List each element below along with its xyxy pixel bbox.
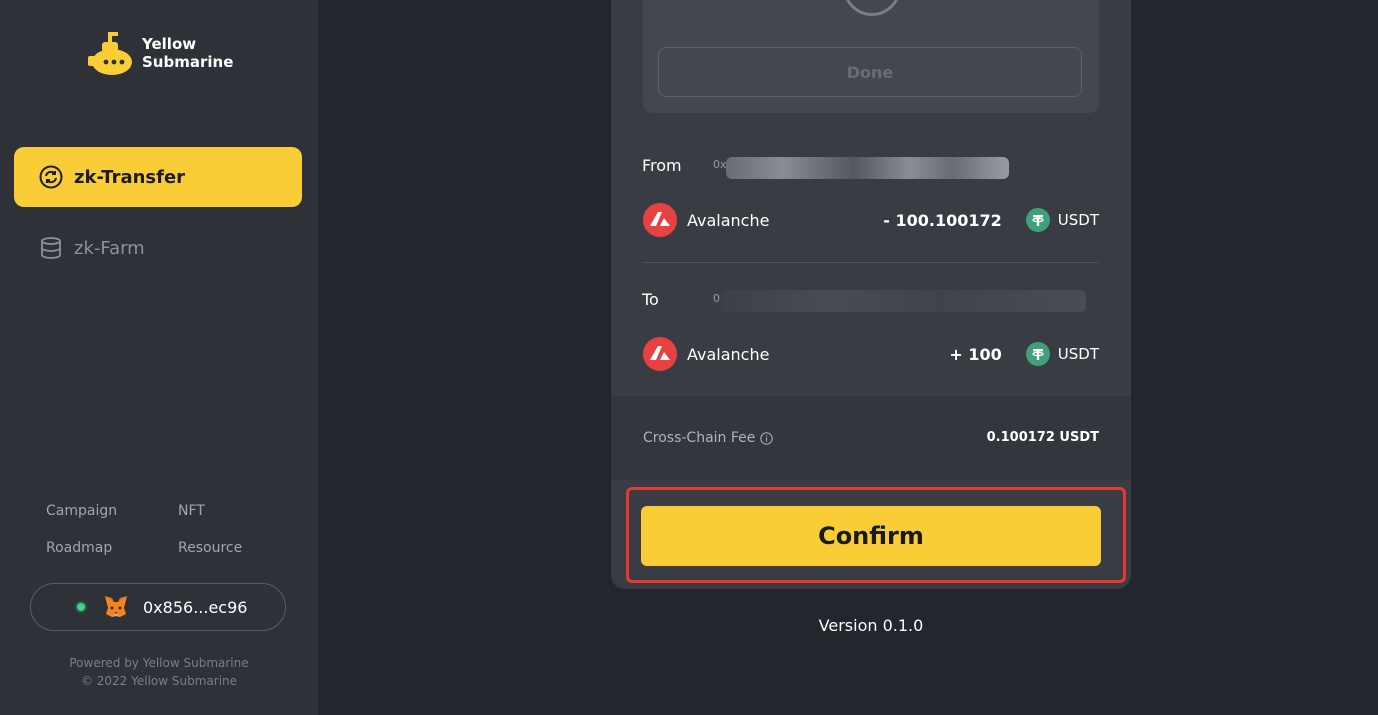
- from-label: From: [642, 156, 682, 175]
- brand-logo[interactable]: Yellow Submarine: [86, 30, 233, 76]
- refresh-circle-icon: [38, 164, 64, 190]
- link-roadmap[interactable]: Roadmap: [46, 540, 112, 556]
- link-resource[interactable]: Resource: [178, 540, 242, 556]
- usdt-icon: [1025, 342, 1050, 366]
- copyright-text: © 2022 Yellow Submarine: [80, 674, 238, 688]
- powered-by-text: Powered by Yellow Submarine: [69, 656, 249, 670]
- fee-label-wrap: Cross-Chain Fee: [643, 430, 774, 446]
- database-icon: [38, 235, 64, 261]
- confirm-button[interactable]: Confirm: [641, 506, 1101, 566]
- to-address-prefix: 0: [713, 292, 720, 305]
- from-chain-row: Avalanche - 100.100172 USDT: [643, 202, 1099, 238]
- fee-label: Cross-Chain Fee: [643, 430, 756, 446]
- submarine-icon: [88, 32, 132, 75]
- nav-label-zk-farm: zk-Farm: [74, 237, 145, 259]
- status-box: Done: [643, 0, 1099, 113]
- status-spinner: [843, 0, 901, 16]
- wallet-address: 0x856...ec96: [143, 597, 248, 617]
- brand-line1: Yellow: [142, 35, 197, 53]
- nav-zk-transfer[interactable]: zk-Transfer: [14, 147, 302, 207]
- metamask-fox-icon: [103, 595, 129, 619]
- connected-status-dot: [77, 603, 85, 611]
- version-text: Version 0.1.0: [818, 616, 924, 635]
- link-nft[interactable]: NFT: [178, 503, 205, 519]
- to-token: USDT: [1057, 345, 1099, 363]
- to-amount: + 100: [949, 344, 1002, 364]
- avalanche-icon: [643, 337, 677, 371]
- done-button[interactable]: Done: [658, 47, 1082, 97]
- from-amount: - 100.100172: [883, 210, 1002, 230]
- from-address-redacted: [726, 157, 1009, 179]
- brand-line2: Submarine: [142, 53, 234, 71]
- info-icon[interactable]: [760, 431, 774, 445]
- from-chain-name: Avalanche: [687, 210, 770, 230]
- to-chain-row: Avalanche + 100 USDT: [643, 336, 1099, 372]
- nav-label-zk-transfer: zk-Transfer: [74, 166, 186, 188]
- to-label: To: [642, 290, 659, 309]
- to-chain-name: Avalanche: [687, 344, 770, 364]
- fee-value: 0.100172 USDT: [986, 430, 1099, 445]
- from-token: USDT: [1057, 211, 1099, 229]
- sidebar: Yellow Submarine zk-Transfer zk-Farm Cam…: [0, 0, 318, 715]
- to-address-redacted: [721, 290, 1086, 312]
- usdt-icon: [1025, 208, 1050, 232]
- fee-section: Cross-Chain Fee 0.100172 USDT: [611, 396, 1131, 480]
- divider: [643, 262, 1099, 263]
- avalanche-icon: [643, 203, 677, 237]
- wallet-button[interactable]: 0x856...ec96: [30, 583, 286, 631]
- link-campaign[interactable]: Campaign: [46, 503, 117, 519]
- nav-zk-farm[interactable]: zk-Farm: [14, 218, 302, 278]
- from-address-prefix: 0x: [713, 158, 727, 171]
